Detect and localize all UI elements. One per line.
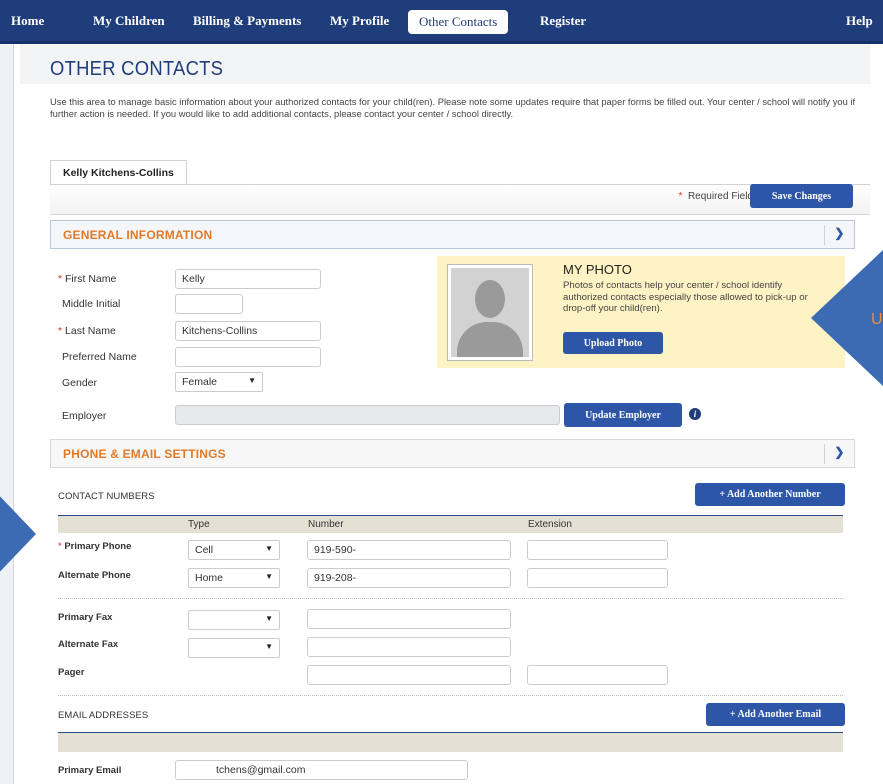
employer-field[interactable] [175, 405, 560, 425]
nav-other-contacts[interactable]: Other Contacts [408, 10, 509, 34]
divider [58, 598, 843, 599]
contact-numbers-table-header: Type Number Extension [58, 515, 843, 533]
main-content: OTHER CONTACTS Use this area to manage b… [20, 44, 870, 784]
first-name-field[interactable]: Kelly [175, 269, 321, 289]
general-information-header[interactable]: GENERAL INFORMATION ❯ [50, 220, 855, 249]
last-name-label: * Last Name [58, 325, 116, 337]
dropdown-arrow-icon: ▼ [265, 572, 273, 581]
pager-extension-field[interactable] [527, 665, 668, 685]
gender-select[interactable]: Female ▼ [175, 372, 263, 392]
page-title: OTHER CONTACTS [50, 58, 224, 80]
gender-label: Gender [62, 377, 98, 389]
column-number: Number [308, 519, 344, 530]
required-fields-note: * Required Fields [678, 191, 758, 202]
email-addresses-label: EMAIL ADDRESSES [58, 710, 149, 721]
alternate-fax-label: Alternate Fax [58, 639, 119, 650]
my-photo-box: MY PHOTO Photos of contacts help your ce… [437, 256, 845, 368]
dropdown-arrow-icon: ▼ [265, 642, 273, 651]
alternate-phone-type-select[interactable]: Home ▼ [188, 568, 280, 588]
email-table-header [58, 732, 843, 752]
primary-phone-extension-field[interactable] [527, 540, 668, 560]
column-extension: Extension [528, 519, 572, 530]
column-type: Type [188, 519, 210, 530]
gender-value: Female [182, 376, 218, 388]
middle-initial-field[interactable] [175, 294, 243, 314]
pager-label: Pager [58, 667, 85, 678]
tab-contact[interactable]: Kelly Kitchens-Collins [50, 160, 187, 184]
left-scroll-gutter [0, 44, 14, 784]
contact-numbers-label: CONTACT NUMBERS [58, 491, 155, 502]
annotation-arrow-right-icon [0, 488, 36, 580]
primary-phone-label: * Primary Phone [58, 541, 132, 552]
primary-email-field[interactable]: tchens@gmail.com [175, 760, 468, 780]
primary-fax-label: Primary Fax [58, 612, 113, 623]
middle-initial-label: Middle Initial [62, 298, 121, 310]
annotation-arrow-left-icon: U [811, 250, 883, 386]
primary-phone-type-value: Cell [195, 544, 214, 556]
alternate-fax-type-select[interactable]: ▼ [188, 638, 280, 658]
nav-billing-payments[interactable]: Billing & Payments [193, 13, 301, 29]
pager-number-field[interactable] [307, 665, 511, 685]
alternate-phone-label: Alternate Phone [58, 570, 131, 581]
last-name-field[interactable]: Kitchens-Collins [175, 321, 321, 341]
alternate-phone-number-field[interactable]: 919-208- [307, 568, 511, 588]
photo-placeholder [447, 264, 533, 361]
add-another-number-button[interactable]: + Add Another Number [695, 483, 845, 506]
svg-text:U: U [871, 311, 883, 328]
preferred-name-label: Preferred Name [62, 351, 137, 363]
divider [58, 695, 843, 696]
alternate-phone-extension-field[interactable] [527, 568, 668, 588]
update-employer-button[interactable]: Update Employer [564, 403, 682, 427]
top-navigation: Home My Children Billing & Payments My P… [0, 0, 883, 44]
primary-phone-type-select[interactable]: Cell ▼ [188, 540, 280, 560]
save-changes-button[interactable]: Save Changes [750, 184, 853, 208]
primary-phone-number-field[interactable]: 919-590- [307, 540, 511, 560]
my-photo-description: Photos of contacts help your center / sc… [563, 280, 808, 314]
info-icon[interactable]: i [689, 408, 701, 420]
contact-panel: * Required Fields Save Changes GENERAL I… [50, 184, 870, 784]
nav-home[interactable]: Home [11, 13, 44, 29]
phone-email-settings-header[interactable]: PHONE & EMAIL SETTINGS ❯ [50, 439, 855, 468]
upload-photo-button[interactable]: Upload Photo [563, 332, 663, 354]
nav-register[interactable]: Register [540, 13, 586, 29]
preferred-name-field[interactable] [175, 347, 321, 367]
dropdown-arrow-icon: ▼ [248, 376, 256, 385]
primary-fax-type-select[interactable]: ▼ [188, 610, 280, 630]
intro-text: Use this area to manage basic informatio… [50, 96, 856, 119]
chevron-down-icon[interactable]: ❯ [824, 225, 854, 245]
alternate-phone-type-value: Home [195, 572, 224, 584]
nav-my-children[interactable]: My Children [93, 13, 165, 29]
chevron-down-icon[interactable]: ❯ [824, 444, 854, 464]
avatar-silhouette-icon [451, 268, 529, 357]
employer-label: Employer [62, 410, 107, 422]
general-information-title: GENERAL INFORMATION [63, 228, 213, 242]
primary-email-label: Primary Email [58, 765, 122, 776]
dropdown-arrow-icon: ▼ [265, 614, 273, 623]
nav-help[interactable]: Help [846, 13, 873, 29]
dropdown-arrow-icon: ▼ [265, 544, 273, 553]
phone-email-settings-title: PHONE & EMAIL SETTINGS [63, 447, 226, 461]
alternate-fax-number-field[interactable] [307, 637, 511, 657]
nav-my-profile[interactable]: My Profile [330, 13, 389, 29]
primary-fax-number-field[interactable] [307, 609, 511, 629]
form-toolbar: * Required Fields Save Changes [50, 184, 870, 215]
my-photo-title: MY PHOTO [563, 262, 632, 277]
add-another-email-button[interactable]: + Add Another Email [706, 703, 845, 726]
first-name-label: * First Name [58, 273, 117, 285]
